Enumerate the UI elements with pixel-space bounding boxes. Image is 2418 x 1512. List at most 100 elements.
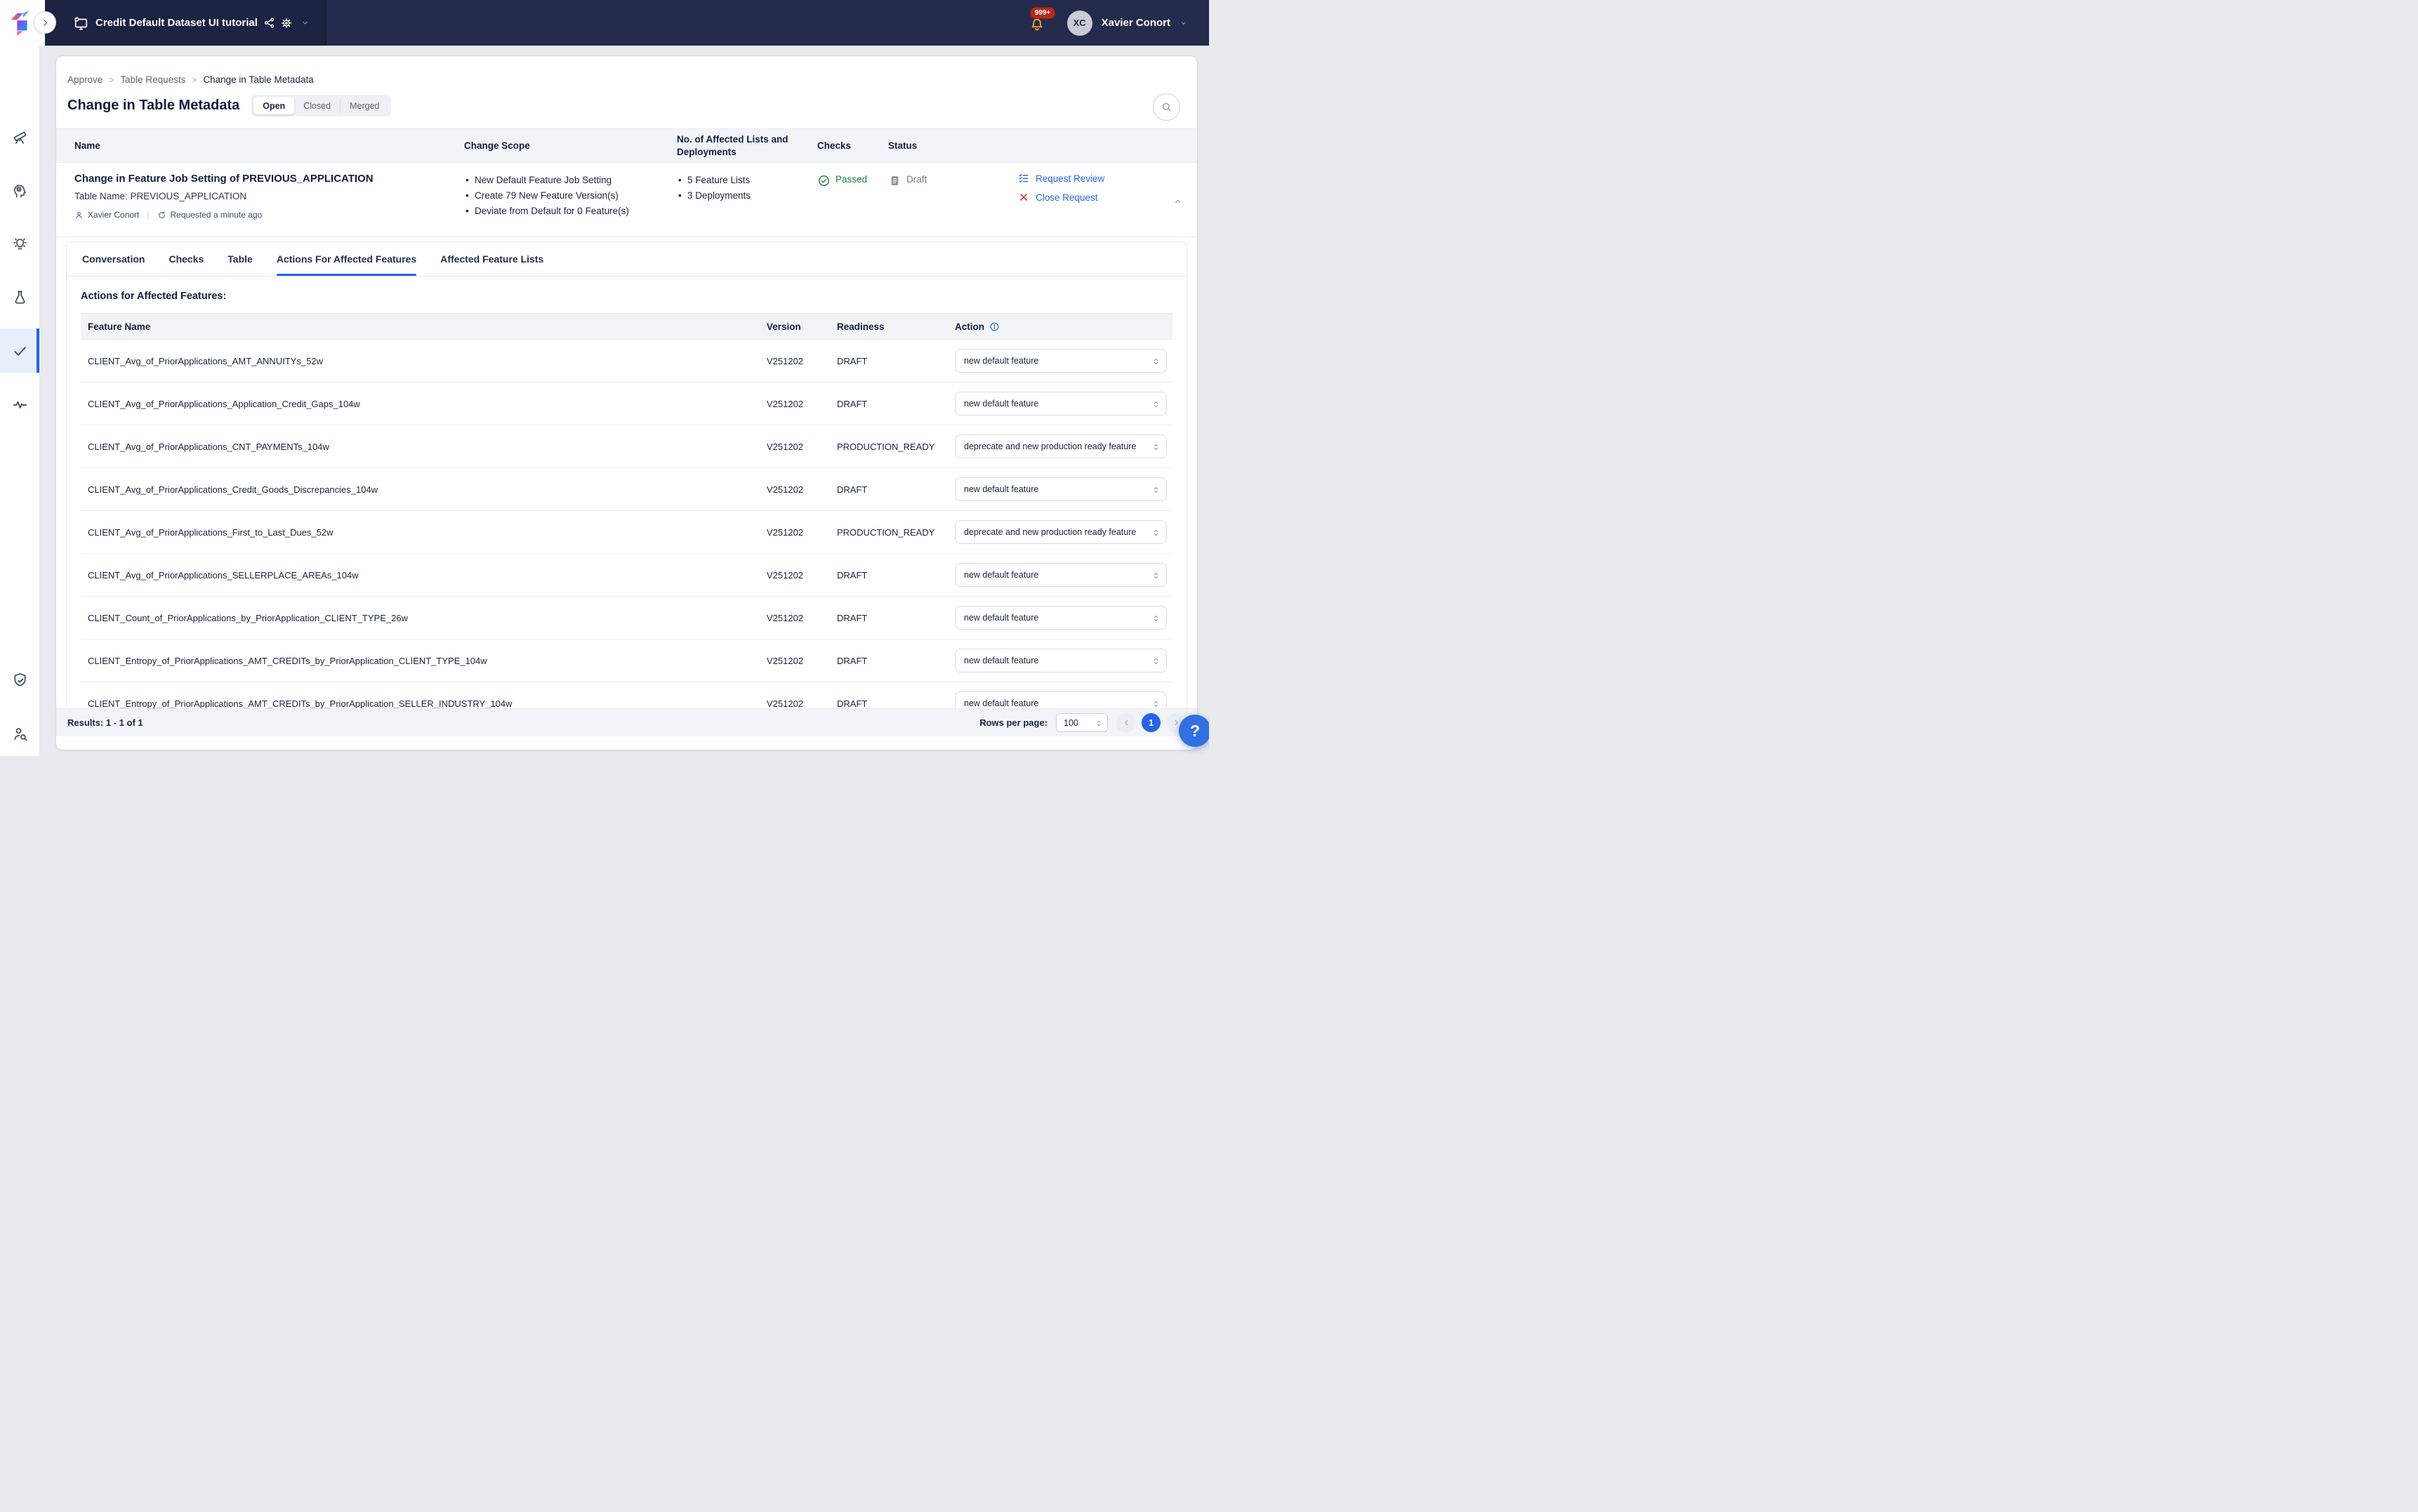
action-select[interactable]: new default feature xyxy=(955,477,1167,501)
filter-tab-open[interactable]: Open xyxy=(253,97,294,114)
feature-readiness: DRAFT xyxy=(837,698,955,709)
sidebar-item-activity[interactable] xyxy=(0,382,39,426)
feature-version: V251202 xyxy=(767,570,837,581)
project-chevron-down-icon[interactable] xyxy=(300,20,310,26)
feature-row: CLIENT_Avg_of_PriorApplications_AMT_ANNU… xyxy=(81,340,1172,383)
chevron-right-icon xyxy=(41,18,50,27)
change-scope-list: New Default Feature Job SettingCreate 79… xyxy=(464,173,677,219)
close-x-icon xyxy=(1018,192,1029,203)
sidebar-expand-button[interactable] xyxy=(34,11,56,34)
notification-badge: 999+ xyxy=(1030,7,1055,19)
select-stepper-icon xyxy=(1151,399,1161,409)
featurebyte-logo xyxy=(8,9,35,36)
notifications-button[interactable]: 999+ xyxy=(1026,7,1057,38)
bullet-item: Deviate from Default for 0 Feature(s) xyxy=(464,204,677,219)
action-select[interactable]: new default feature xyxy=(955,392,1167,416)
breadcrumb-item: Change in Table Metadata xyxy=(203,74,313,85)
col-change-scope: Change Scope xyxy=(464,140,677,152)
tasklist-icon xyxy=(1018,173,1029,184)
sidebar-item-flask[interactable] xyxy=(0,275,39,319)
feature-version: V251202 xyxy=(767,442,837,452)
bullet-item: Create 79 New Feature Version(s) xyxy=(464,188,677,204)
sidebar-item-telescope[interactable] xyxy=(0,115,39,159)
draft-document-icon xyxy=(888,174,901,187)
action-select[interactable]: new default feature xyxy=(955,649,1167,672)
col-checks: Checks xyxy=(817,140,888,152)
filter-tab-closed[interactable]: Closed xyxy=(294,97,340,114)
breadcrumb-item[interactable]: Table Requests xyxy=(120,74,203,85)
action-select[interactable]: new default feature xyxy=(955,691,1167,708)
action-select[interactable]: new default feature xyxy=(955,349,1167,373)
col-status: Status xyxy=(888,140,969,152)
feature-name: CLIENT_Entropy_of_PriorApplications_AMT_… xyxy=(88,656,767,666)
status-badge: Draft xyxy=(888,174,969,187)
tab-actions-for-affected-features[interactable]: Actions For Affected Features xyxy=(277,242,416,276)
rows-per-page-label: Rows per page: xyxy=(979,717,1048,728)
col-feature-name: Feature Name xyxy=(88,321,767,332)
tab-affected-feature-lists[interactable]: Affected Feature Lists xyxy=(440,242,543,276)
shield-check-icon xyxy=(12,672,28,688)
approve-check-icon xyxy=(12,343,28,359)
col-readiness: Readiness xyxy=(837,321,955,332)
rows-per-page-select[interactable]: 100 xyxy=(1056,713,1108,732)
action-select[interactable]: deprecate and new production ready featu… xyxy=(955,435,1167,458)
content-card: ApproveTable RequestsChange in Table Met… xyxy=(56,56,1197,750)
close-request-link[interactable]: Close Request xyxy=(1018,192,1155,203)
title-row: Change in Table Metadata OpenClosedMerge… xyxy=(67,95,391,117)
search-button[interactable] xyxy=(1153,93,1180,121)
feature-name: CLIENT_Avg_of_PriorApplications_AMT_ANNU… xyxy=(88,356,767,366)
feature-version: V251202 xyxy=(767,656,837,666)
request-title[interactable]: Change in Feature Job Setting of PREVIOU… xyxy=(74,173,464,185)
request-review-link[interactable]: Request Review xyxy=(1018,173,1155,184)
bullet-item: New Default Feature Job Setting xyxy=(464,173,677,188)
action-select[interactable]: new default feature xyxy=(955,606,1167,630)
breadcrumb-item[interactable]: Approve xyxy=(67,74,120,85)
feature-name: CLIENT_Avg_of_PriorApplications_First_to… xyxy=(88,527,767,538)
feature-row: CLIENT_Entropy_of_PriorApplications_AMT_… xyxy=(81,639,1172,682)
feature-row: CLIENT_Avg_of_PriorApplications_First_to… xyxy=(81,511,1172,554)
actions-heading: Actions for Affected Features: xyxy=(81,291,1172,302)
collapse-row-chevron-up-icon[interactable] xyxy=(1172,198,1183,205)
feature-row: CLIENT_Avg_of_PriorApplications_SELLERPL… xyxy=(81,554,1172,597)
col-affected: No. of Affected Lists and Deployments xyxy=(677,133,817,158)
request-checks-cell: Passed xyxy=(817,173,888,237)
action-select[interactable]: new default feature xyxy=(955,563,1167,587)
share-icon[interactable] xyxy=(263,17,275,29)
tab-checks[interactable]: Checks xyxy=(169,242,204,276)
feature-readiness: PRODUCTION_READY xyxy=(837,527,955,538)
select-stepper-icon xyxy=(1151,528,1161,538)
lightbulb-icon xyxy=(12,236,28,252)
refresh-icon xyxy=(157,211,166,220)
requested-time: Requested a minute ago xyxy=(171,210,263,220)
help-button[interactable]: ? xyxy=(1179,715,1209,747)
action-select[interactable]: deprecate and new production ready featu… xyxy=(955,520,1167,544)
sidebar-item-user-search[interactable] xyxy=(0,712,39,756)
filter-tab-merged[interactable]: Merged xyxy=(340,97,388,114)
project-title: Credit Default Dataset UI tutorial xyxy=(95,0,258,46)
select-stepper-icon xyxy=(1151,656,1161,666)
pagination-controls: Rows per page: 100 1 xyxy=(979,713,1186,733)
chevron-left-icon xyxy=(1123,719,1130,727)
previous-page-button[interactable] xyxy=(1116,713,1136,733)
gear-icon[interactable] xyxy=(280,17,293,29)
request-actions-cell: Request Review Close Request xyxy=(969,173,1183,237)
info-icon[interactable] xyxy=(989,321,1000,332)
sidebar-item-shield-check[interactable] xyxy=(0,658,39,702)
select-stepper-icon xyxy=(1151,571,1161,581)
feature-row: CLIENT_Entropy_of_PriorApplications_AMT_… xyxy=(81,682,1172,708)
sidebar-item-ml-head[interactable] xyxy=(0,168,39,213)
telescope-icon xyxy=(12,129,28,145)
detail-panel-body: Actions for Affected Features: Feature N… xyxy=(67,277,1187,708)
tab-table[interactable]: Table xyxy=(227,242,253,276)
tab-conversation[interactable]: Conversation xyxy=(82,242,145,276)
search-icon xyxy=(1161,101,1172,113)
current-page-button[interactable]: 1 xyxy=(1142,713,1161,732)
sidebar-item-approve-check[interactable] xyxy=(0,329,39,373)
feature-version: V251202 xyxy=(767,613,837,623)
feature-readiness: PRODUCTION_READY xyxy=(837,442,955,452)
user-menu[interactable]: XC Xavier Conort xyxy=(1067,0,1188,46)
request-status-cell: Draft xyxy=(888,173,969,237)
state-filter: OpenClosedMerged xyxy=(251,95,390,117)
select-stepper-icon xyxy=(1151,614,1161,623)
sidebar-item-lightbulb[interactable] xyxy=(0,222,39,266)
